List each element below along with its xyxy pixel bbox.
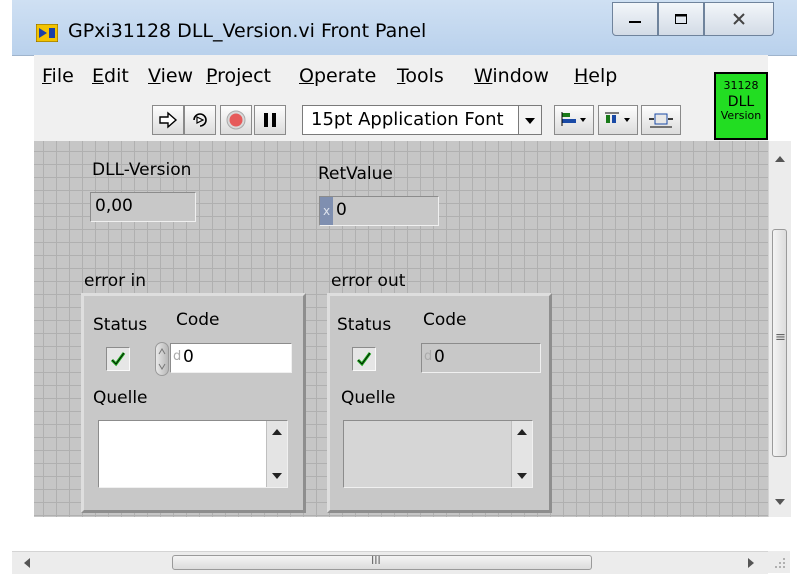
error-in-label: error in — [84, 271, 147, 291]
ret-value-indicator: x 0 — [319, 196, 439, 226]
distribute-objects-button[interactable] — [598, 105, 638, 135]
error-out-code-indicator: d 0 — [421, 343, 541, 373]
error-in-source-scrollbar[interactable] — [266, 421, 287, 487]
ret-value-value: 0 — [336, 200, 347, 220]
vi-icon[interactable]: 31128 DLL Version — [714, 72, 768, 140]
font-select-value: 15pt Application Font — [311, 109, 504, 130]
font-select[interactable]: 15pt Application Font — [302, 105, 542, 135]
error-in-code-input[interactable]: d 0 — [170, 343, 292, 373]
align-objects-button[interactable] — [554, 105, 594, 135]
error-out-cluster: Status Code d 0 Quelle — [327, 293, 552, 513]
horizontal-grip-icon: III — [371, 554, 381, 567]
close-button[interactable] — [704, 2, 774, 36]
error-in-code-label: Code — [176, 310, 220, 330]
scroll-right-arrow-icon[interactable] — [748, 558, 754, 568]
toolbar: 15pt Application Font — [34, 97, 768, 142]
abort-button[interactable] — [220, 105, 252, 135]
error-in-code-value: 0 — [183, 347, 194, 367]
error-in-code-increment[interactable] — [155, 342, 169, 376]
align-icon — [561, 112, 586, 126]
error-out-source-textbox — [343, 420, 533, 488]
menu-view[interactable]: View — [148, 65, 193, 87]
checkmark-icon — [110, 352, 126, 367]
menu-project[interactable]: Project — [206, 65, 271, 87]
resize-objects-button[interactable] — [641, 105, 681, 135]
maximize-button[interactable] — [658, 2, 704, 36]
scroll-left-arrow-icon[interactable] — [24, 558, 30, 568]
error-in-status-checkbox[interactable] — [106, 347, 130, 371]
error-in-source-label: Quelle — [93, 388, 148, 408]
menu-file[interactable]: File — [42, 65, 74, 87]
up-down-arrows-icon — [158, 348, 166, 370]
labview-app-icon — [35, 23, 59, 43]
scroll-up-arrow-icon[interactable] — [272, 429, 282, 435]
scroll-down-arrow-icon[interactable] — [775, 499, 785, 505]
vi-icon-line2: DLL — [727, 94, 755, 110]
resize-grip-icon — [775, 558, 785, 568]
error-in-source-textbox[interactable] — [98, 420, 288, 488]
resize-grip[interactable] — [768, 551, 790, 573]
chevron-down-icon[interactable] — [518, 106, 541, 134]
pause-icon — [264, 113, 276, 127]
error-out-code-radix: d — [424, 349, 433, 364]
ret-value-label: RetValue — [318, 164, 393, 184]
error-out-code-value: 0 — [434, 347, 445, 367]
run-arrow-icon — [159, 111, 178, 129]
run-continuously-icon — [193, 113, 207, 127]
dll-version-label: DLL-Version — [92, 160, 192, 180]
vi-icon-line3: Version — [720, 109, 762, 122]
vertical-grip-icon: ≡ — [775, 330, 786, 345]
window-title: GPxi31128 DLL_Version.vi Front Panel — [68, 20, 427, 42]
vi-icon-line1: 31128 — [723, 79, 759, 92]
menu-window[interactable]: Window — [474, 65, 549, 87]
error-out-code-label: Code — [423, 310, 467, 330]
distribute-icon — [605, 112, 630, 123]
checkmark-icon — [356, 352, 372, 367]
abort-icon — [226, 110, 246, 130]
horizontal-scroll-thumb[interactable]: III — [172, 554, 592, 570]
resize-icon — [649, 113, 673, 128]
error-in-status-label: Status — [93, 315, 148, 335]
run-continuously-button[interactable] — [184, 105, 216, 135]
error-in-code-radix: d — [173, 349, 182, 364]
error-out-source-scrollbar[interactable] — [511, 421, 532, 487]
ret-value-radix: x — [320, 197, 333, 225]
dll-version-value: 0,00 — [95, 196, 133, 216]
menu-help[interactable]: Help — [574, 65, 617, 87]
vertical-scroll-thumb[interactable]: ≡ — [772, 229, 787, 457]
scroll-up-arrow-icon[interactable] — [775, 156, 785, 162]
error-out-source-label: Quelle — [341, 388, 396, 408]
menu-edit[interactable]: Edit — [92, 65, 129, 87]
vertical-scrollbar[interactable]: ≡ — [768, 141, 791, 517]
front-panel: DLL-Version 0,00 RetValue x 0 error in S… — [34, 141, 768, 517]
scroll-up-arrow-icon[interactable] — [517, 429, 527, 435]
scroll-down-arrow-icon[interactable] — [272, 473, 282, 479]
pause-button[interactable] — [254, 105, 286, 135]
minimize-button[interactable] — [612, 2, 658, 36]
error-in-cluster: Status Code d 0 Quelle — [81, 293, 306, 513]
error-out-label: error out — [331, 271, 406, 291]
menu-operate[interactable]: Operate — [299, 65, 376, 87]
dll-version-indicator: 0,00 — [90, 192, 196, 222]
error-out-status-indicator — [352, 347, 376, 371]
error-out-status-label: Status — [337, 315, 392, 335]
title-bar: GPxi31128 DLL_Version.vi Front Panel — [12, 0, 797, 56]
labview-window: GPxi31128 DLL_Version.vi Front Panel Fil… — [12, 0, 797, 575]
scroll-down-arrow-icon[interactable] — [517, 473, 527, 479]
run-button[interactable] — [152, 105, 184, 135]
horizontal-scrollbar[interactable]: III — [12, 551, 768, 574]
menu-tools[interactable]: Tools — [397, 65, 444, 87]
menu-bar: File Edit View Project Operate Tools Win… — [34, 55, 768, 97]
